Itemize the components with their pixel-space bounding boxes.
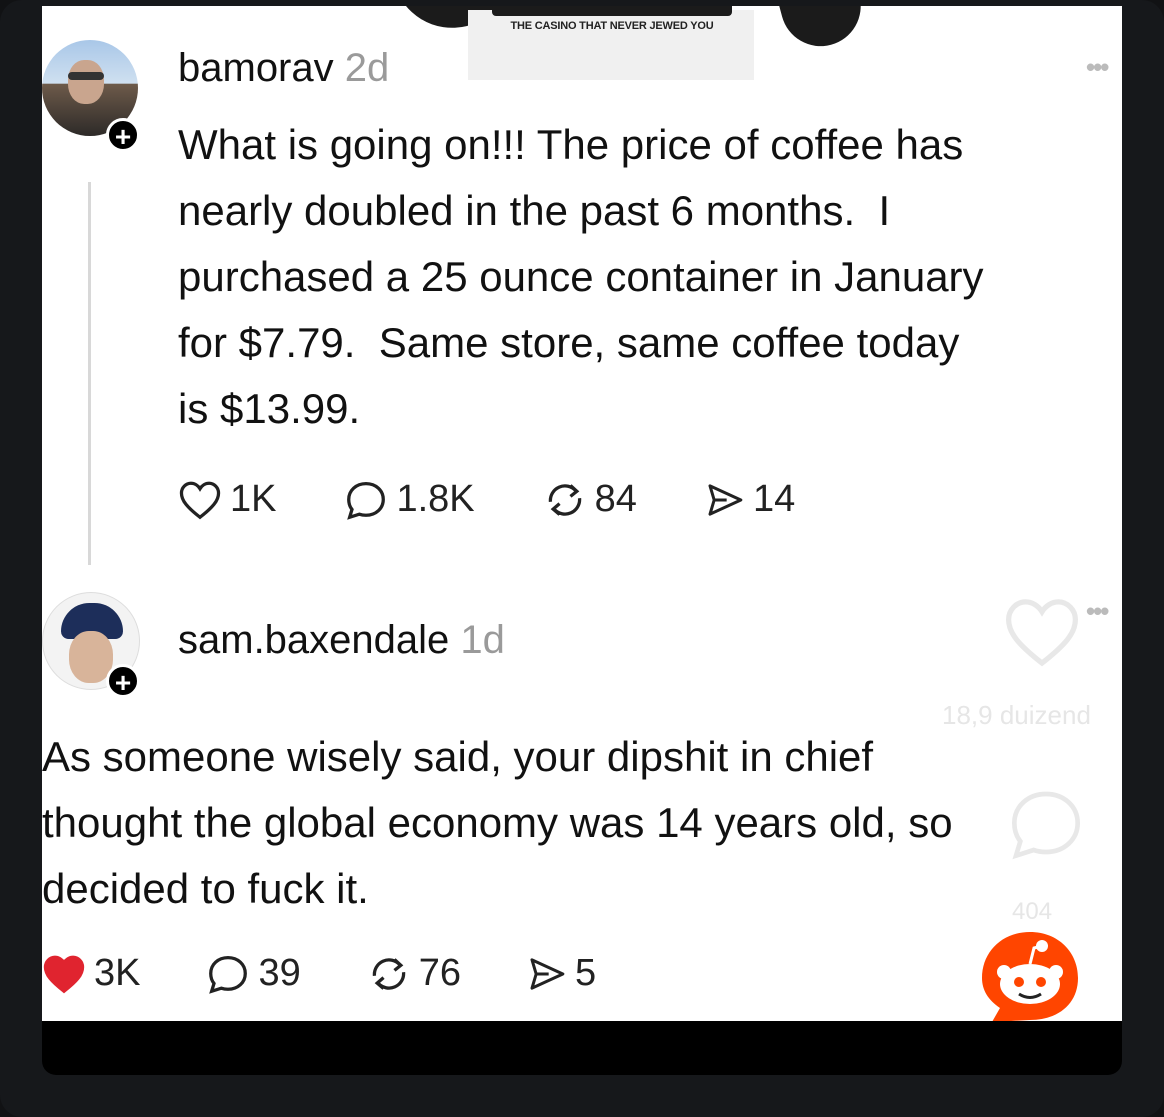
heart-icon: [179, 481, 221, 519]
comment-icon: [347, 481, 386, 520]
ad-logo-text: [492, 6, 732, 16]
post-2-share-button[interactable]: 5: [527, 952, 596, 995]
watermark-text: 18,9 duizend: [942, 700, 1091, 730]
post-1-reply-button[interactable]: 1.8K: [344, 478, 475, 521]
post-2-actions: 3K 39 76 5: [42, 952, 662, 995]
post-2-repost-count: 76: [418, 952, 462, 994]
repost-icon: [548, 483, 581, 516]
ad-tagline: THE CASINO THAT NEVER JEWED YOU: [510, 20, 714, 32]
post-1-repost-button[interactable]: 84: [543, 478, 637, 521]
post-2-time: 1d: [460, 618, 505, 662]
share-icon: [708, 483, 743, 516]
post-2-like-button[interactable]: 3K: [42, 952, 140, 995]
post-1-username[interactable]: bamorav: [178, 46, 334, 90]
ad-banner: THE CASINO THAT NEVER JEWED YOU: [342, 6, 870, 86]
threads-screenshot-card: THE CASINO THAT NEVER JEWED YOU + bamora…: [42, 6, 1122, 1021]
watermark-heart-icon: [1005, 599, 1079, 667]
watermark-comment-icon: [1011, 791, 1081, 860]
screenshot-frame: THE CASINO THAT NEVER JEWED YOU + bamora…: [0, 0, 1164, 1117]
post-1-like-count: 1K: [230, 478, 277, 520]
reddit-logo: [982, 932, 1078, 1021]
post-2-like-count: 3K: [94, 952, 141, 994]
post-1-actions: 1K 1.8K 84 14: [178, 478, 863, 521]
follow-plus-icon[interactable]: +: [106, 118, 140, 152]
watermark-count: 404: [1012, 898, 1053, 925]
avatar-face: [68, 60, 104, 104]
post-1-text: What is going on!!! The price of coffee …: [178, 121, 984, 432]
post-1-time: 2d: [344, 46, 390, 90]
ad-graphic-right: [774, 6, 870, 56]
comment-icon: [209, 955, 248, 994]
post-2-repost-button[interactable]: 76: [367, 952, 461, 995]
post-2-username[interactable]: sam.baxendale: [178, 618, 449, 662]
bottom-bar: [42, 1021, 1122, 1075]
post-1-header: bamorav 2d: [178, 46, 389, 91]
heart-icon: [43, 955, 85, 993]
post-1-like-button[interactable]: 1K: [178, 478, 276, 521]
avatar-glasses: [68, 72, 104, 80]
follow-plus-icon[interactable]: +: [106, 664, 140, 698]
post-1-reply-count: 1.8K: [396, 478, 475, 520]
share-icon: [530, 957, 565, 990]
more-icon[interactable]: •••: [1086, 52, 1109, 83]
post-2-header: sam.baxendale 1d: [178, 618, 505, 663]
post-2-share-count: 5: [575, 952, 597, 994]
post-1-repost-count: 84: [594, 478, 637, 520]
post-2-reply-button[interactable]: 39: [206, 952, 301, 995]
post-2-reply-count: 39: [258, 952, 301, 994]
repost-icon: [372, 957, 405, 990]
thread-line: [88, 182, 91, 565]
more-icon[interactable]: •••: [1086, 596, 1109, 627]
post-1-share-button[interactable]: 14: [705, 478, 795, 521]
post-1-share-count: 14: [752, 478, 796, 520]
post-2-text: As someone wisely said, your dipshit in …: [42, 733, 953, 912]
